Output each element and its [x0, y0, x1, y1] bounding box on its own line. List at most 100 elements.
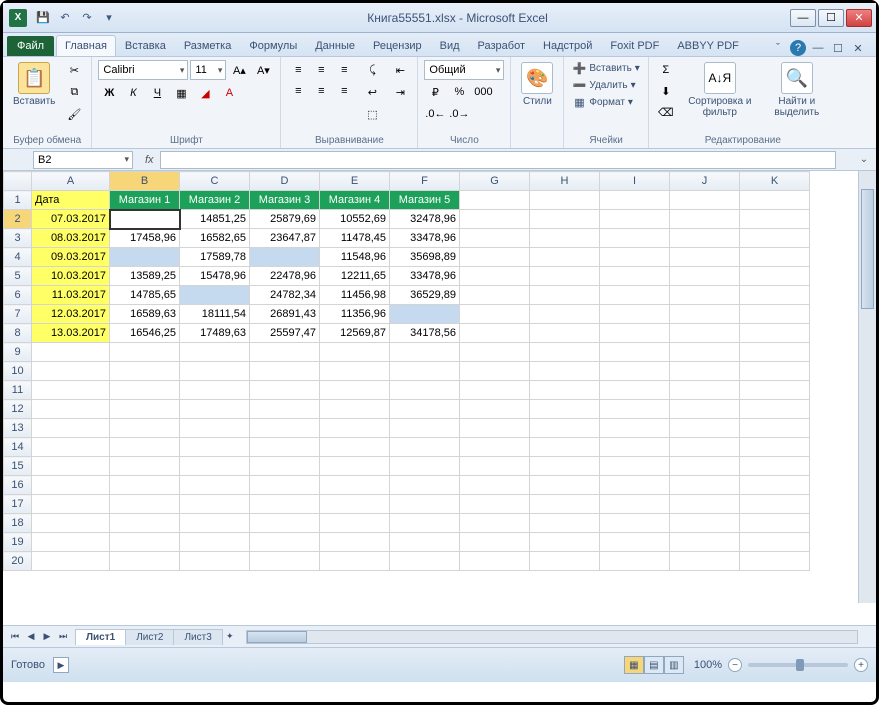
- cell[interactable]: [670, 191, 740, 210]
- cell[interactable]: 15478,96: [180, 267, 250, 286]
- italic-button[interactable]: К: [122, 83, 144, 103]
- sort-filter-button[interactable]: A↓Я Сортировка и фильтр: [681, 60, 759, 120]
- cell[interactable]: 24782,34: [250, 286, 320, 305]
- cell[interactable]: [740, 362, 810, 381]
- row-header[interactable]: 4: [4, 248, 32, 267]
- cell[interactable]: [390, 419, 460, 438]
- ribbon-tab-вид[interactable]: Вид: [431, 35, 469, 56]
- fx-icon[interactable]: fx: [139, 154, 160, 166]
- cell[interactable]: [32, 514, 110, 533]
- cell[interactable]: 26891,43: [250, 305, 320, 324]
- number-format-combo[interactable]: Общий: [424, 60, 504, 80]
- cell[interactable]: [460, 552, 530, 571]
- cell[interactable]: [180, 343, 250, 362]
- ribbon-tab-данные[interactable]: Данные: [306, 35, 364, 56]
- cell[interactable]: [600, 286, 670, 305]
- cell[interactable]: [600, 476, 670, 495]
- cell[interactable]: [250, 381, 320, 400]
- ribbon-tab-формулы[interactable]: Формулы: [240, 35, 306, 56]
- cell[interactable]: [32, 457, 110, 476]
- cells-format-button[interactable]: ▦Формат▾: [570, 94, 641, 110]
- cell[interactable]: [460, 476, 530, 495]
- cell[interactable]: [530, 381, 600, 400]
- format-painter-button[interactable]: 🖌: [63, 104, 85, 124]
- select-all-corner[interactable]: [4, 172, 32, 191]
- font-size-combo[interactable]: 11: [190, 60, 226, 80]
- cell[interactable]: [530, 362, 600, 381]
- copy-button[interactable]: ⧉: [63, 82, 85, 102]
- cell[interactable]: [250, 438, 320, 457]
- cell[interactable]: [740, 476, 810, 495]
- redo-button[interactable]: ↷: [77, 8, 97, 28]
- name-box[interactable]: B2: [33, 151, 133, 169]
- ribbon-tab-foxit pdf[interactable]: Foxit PDF: [601, 35, 668, 56]
- cell[interactable]: [530, 305, 600, 324]
- cell[interactable]: [670, 419, 740, 438]
- cell[interactable]: [32, 343, 110, 362]
- cell[interactable]: [670, 362, 740, 381]
- cell[interactable]: [460, 419, 530, 438]
- cell[interactable]: [250, 552, 320, 571]
- align-right-button[interactable]: ≡: [333, 81, 355, 101]
- cell[interactable]: [530, 229, 600, 248]
- cell[interactable]: [390, 305, 460, 324]
- cell[interactable]: 36529,89: [390, 286, 460, 305]
- row-header[interactable]: 7: [4, 305, 32, 324]
- sheet-tab[interactable]: Лист1: [75, 629, 126, 645]
- cell[interactable]: [740, 343, 810, 362]
- cell[interactable]: [670, 343, 740, 362]
- cell[interactable]: 11456,98: [320, 286, 390, 305]
- fill-button[interactable]: ⬇: [655, 81, 677, 101]
- cell[interactable]: [110, 495, 180, 514]
- cell[interactable]: [320, 552, 390, 571]
- vertical-scrollbar[interactable]: [858, 171, 876, 603]
- col-header[interactable]: J: [670, 172, 740, 191]
- cell[interactable]: [250, 400, 320, 419]
- cell[interactable]: [530, 514, 600, 533]
- col-header[interactable]: E: [320, 172, 390, 191]
- col-header[interactable]: B: [110, 172, 180, 191]
- cell[interactable]: [600, 191, 670, 210]
- row-header[interactable]: 5: [4, 267, 32, 286]
- col-header[interactable]: A: [32, 172, 110, 191]
- cell[interactable]: [670, 229, 740, 248]
- cell[interactable]: [460, 381, 530, 400]
- cell[interactable]: [180, 457, 250, 476]
- cell[interactable]: 08.03.2017: [32, 229, 110, 248]
- cell[interactable]: [460, 286, 530, 305]
- font-name-combo[interactable]: Calibri: [98, 60, 188, 80]
- cell[interactable]: [670, 305, 740, 324]
- cell[interactable]: [530, 419, 600, 438]
- align-center-button[interactable]: ≡: [310, 81, 332, 101]
- file-tab[interactable]: Файл: [7, 36, 54, 56]
- cell[interactable]: [530, 324, 600, 343]
- cell[interactable]: 17589,78: [180, 248, 250, 267]
- cell[interactable]: Магазин 5: [390, 191, 460, 210]
- cell[interactable]: [180, 362, 250, 381]
- cell[interactable]: [390, 514, 460, 533]
- row-header[interactable]: 17: [4, 495, 32, 514]
- cell[interactable]: [110, 248, 180, 267]
- cell[interactable]: [460, 305, 530, 324]
- cell[interactable]: [600, 324, 670, 343]
- cell[interactable]: [250, 457, 320, 476]
- cell[interactable]: 11.03.2017: [32, 286, 110, 305]
- cell[interactable]: [32, 495, 110, 514]
- cell[interactable]: [460, 229, 530, 248]
- cell[interactable]: [32, 381, 110, 400]
- cell[interactable]: [460, 533, 530, 552]
- cell[interactable]: 18111,54: [180, 305, 250, 324]
- spreadsheet-grid[interactable]: ABCDEFGHIJK1ДатаМагазин 1Магазин 2Магази…: [3, 171, 810, 571]
- cell[interactable]: 16582,65: [180, 229, 250, 248]
- cell[interactable]: [110, 552, 180, 571]
- cell[interactable]: 11478,45: [320, 229, 390, 248]
- cell[interactable]: 16589,63: [110, 305, 180, 324]
- save-button[interactable]: 💾: [33, 8, 53, 28]
- ribbon-tab-abbyy pdf[interactable]: ABBYY PDF: [668, 35, 748, 56]
- cell[interactable]: [460, 438, 530, 457]
- cell[interactable]: [110, 438, 180, 457]
- doc-restore-icon[interactable]: ☐: [830, 40, 846, 56]
- grow-font-button[interactable]: A▴: [228, 60, 250, 80]
- cell[interactable]: [180, 286, 250, 305]
- cell[interactable]: [670, 457, 740, 476]
